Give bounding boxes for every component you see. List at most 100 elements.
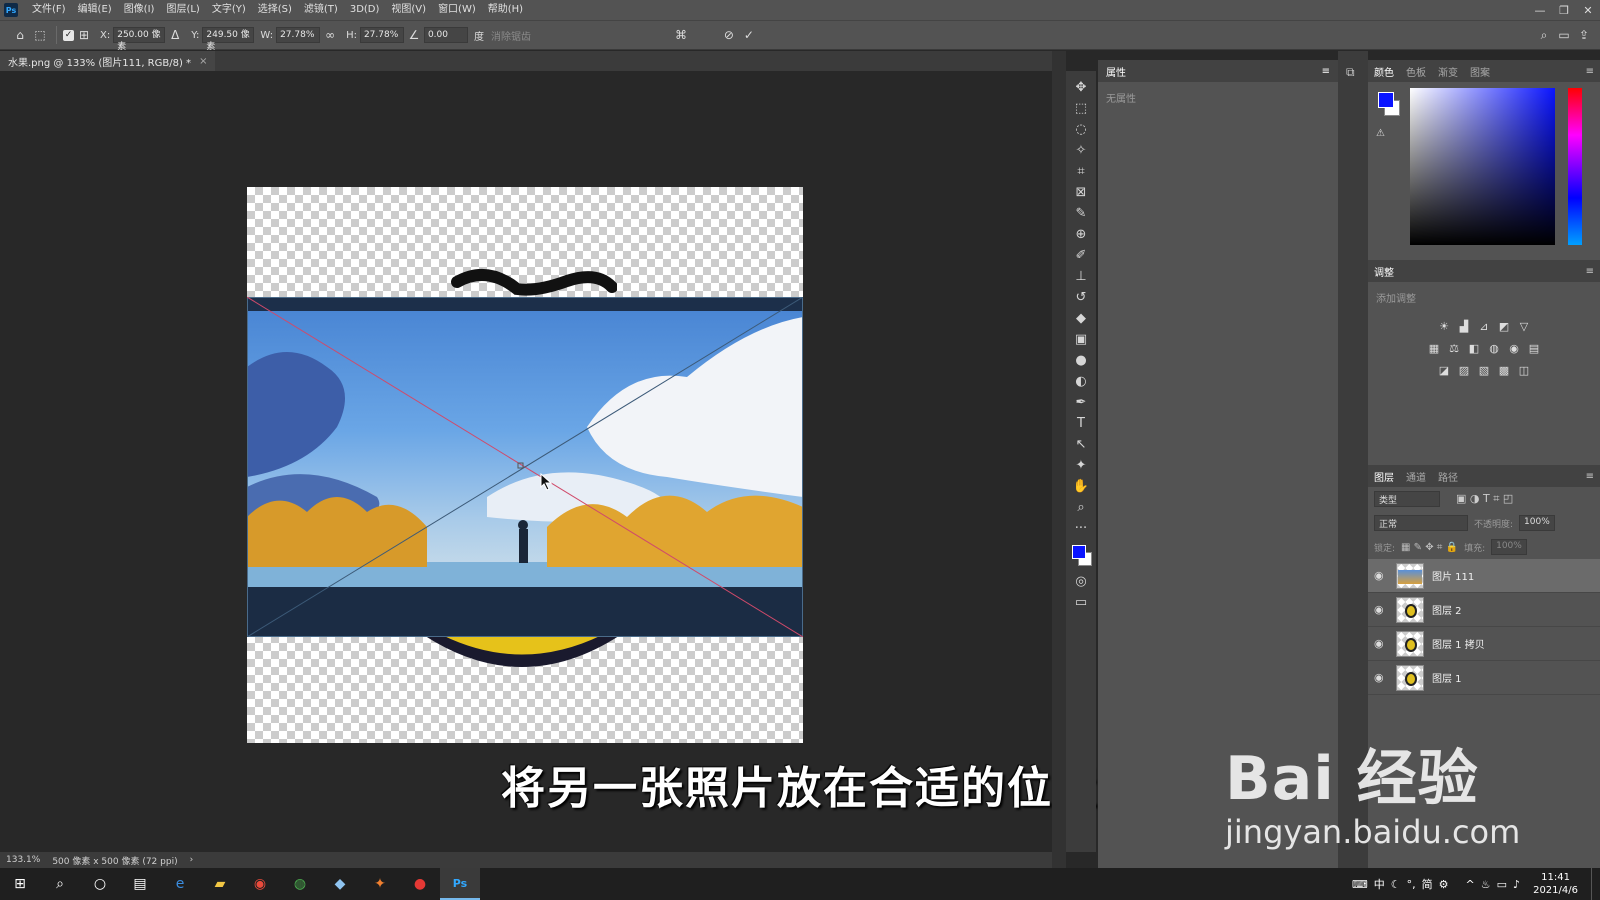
levels-icon[interactable]: ▟ (1454, 317, 1474, 335)
layer-name[interactable]: 图层 2 (1432, 602, 1462, 617)
pen-tool-icon[interactable]: ✒ (1070, 392, 1092, 413)
foreground-color-swatch[interactable] (1072, 545, 1086, 559)
task-view-icon[interactable]: ▤ (120, 868, 160, 900)
screen-mode-icon[interactable]: ▭ (1070, 592, 1092, 613)
menu-select[interactable]: 选择(S) (252, 0, 298, 20)
canvas-area[interactable] (0, 71, 1052, 852)
threshold-icon[interactable]: ▧ (1474, 361, 1494, 379)
blur-tool-icon[interactable]: ● (1070, 350, 1092, 371)
quick-mask-icon[interactable]: ◎ (1070, 571, 1092, 592)
color-lookup-icon[interactable]: ▤ (1524, 339, 1544, 357)
x-position-field[interactable]: 250.00 像素 (113, 27, 166, 52)
type-tool-icon[interactable]: T (1070, 413, 1092, 434)
marquee-tool-icon[interactable]: ⬚ (1070, 98, 1092, 119)
workspace-icon[interactable]: ▭ (1554, 25, 1574, 45)
menu-3d[interactable]: 3D(D) (344, 0, 386, 20)
menu-view[interactable]: 视图(V) (385, 0, 432, 20)
height-field[interactable]: 27.78% (359, 27, 404, 43)
history-brush-tool-icon[interactable]: ↺ (1070, 287, 1092, 308)
foreground-background-swatches[interactable] (1070, 543, 1092, 571)
panel-menu-icon[interactable]: ≡ (1586, 266, 1594, 277)
move-tool-icon[interactable]: ✥ (1070, 77, 1092, 98)
network-icon[interactable]: ▭ (1497, 878, 1507, 891)
shape-tool-icon[interactable]: ✦ (1070, 455, 1092, 476)
exposure-icon[interactable]: ◩ (1494, 317, 1514, 335)
search-icon[interactable]: ⌕ (1534, 25, 1554, 45)
opacity-field[interactable]: 100% (1519, 515, 1556, 531)
menu-help[interactable]: 帮助(H) (482, 0, 529, 20)
artboard[interactable] (247, 187, 803, 743)
dodge-tool-icon[interactable]: ◐ (1070, 371, 1092, 392)
keyboard-icon[interactable]: ⌨ (1352, 878, 1368, 891)
minimize-button[interactable]: — (1528, 4, 1552, 17)
selective-color-icon[interactable]: ◫ (1514, 361, 1534, 379)
layer-row[interactable]: ◉ 图片 111 (1368, 559, 1600, 593)
eraser-tool-icon[interactable]: ◆ (1070, 308, 1092, 329)
brightness-icon[interactable]: ☀ (1434, 317, 1454, 335)
menu-file[interactable]: 文件(F) (26, 0, 72, 20)
invert-icon[interactable]: ◪ (1434, 361, 1454, 379)
panel-menu-icon[interactable]: ≡ (1322, 66, 1330, 77)
frame-tool-icon[interactable]: ⊠ (1070, 182, 1092, 203)
layer-name[interactable]: 图片 111 (1432, 568, 1474, 583)
visibility-eye-icon[interactable]: ◉ (1374, 603, 1392, 616)
layer-name[interactable]: 图层 1 (1432, 670, 1462, 685)
lasso-tool-icon[interactable]: ◌ (1070, 119, 1092, 140)
tab-channels[interactable]: 通道 (1406, 469, 1426, 484)
tab-gradients[interactable]: 渐变 (1438, 64, 1458, 79)
layer-search-input[interactable]: 类型 (1374, 491, 1440, 507)
photoshop-taskbar-icon[interactable]: Ps (440, 868, 480, 900)
volume-icon[interactable]: ♪ (1513, 878, 1520, 891)
punctuation-icon[interactable]: °, (1407, 878, 1416, 891)
file-explorer-icon[interactable]: ▰ (200, 868, 240, 900)
placed-landscape-photo[interactable] (247, 297, 803, 637)
gamut-warning-icon[interactable]: ⚠ (1376, 128, 1385, 139)
visibility-eye-icon[interactable]: ◉ (1374, 671, 1392, 684)
layer-row[interactable]: ◉ 图层 1 拷贝 (1368, 627, 1600, 661)
commit-transform-icon[interactable]: ✓ (739, 25, 759, 45)
warp-icon[interactable]: ⌘ (671, 25, 691, 45)
browser-app-icon[interactable]: ◍ (280, 868, 320, 900)
lock-icons[interactable]: ▦ ✎ ✥ ⌗ 🔒 (1401, 542, 1458, 553)
windows-start-icon[interactable]: ⊞ (0, 868, 40, 900)
restore-button[interactable]: ❐ (1552, 4, 1576, 17)
layer-row[interactable]: ◉ 图层 2 (1368, 593, 1600, 627)
hue-saturation-icon[interactable]: ▦ (1424, 339, 1444, 357)
moon-icon[interactable]: ☾ (1391, 878, 1401, 891)
close-tab-icon[interactable]: × (199, 56, 207, 67)
edge-browser-icon[interactable]: e (160, 868, 200, 900)
photo-filter-icon[interactable]: ◍ (1484, 339, 1504, 357)
cancel-transform-icon[interactable]: ⊘ (719, 25, 739, 45)
menu-image[interactable]: 图像(I) (118, 0, 161, 20)
reference-point-checkbox[interactable]: ✓ (63, 29, 74, 41)
black-white-icon[interactable]: ◧ (1464, 339, 1484, 357)
visibility-eye-icon[interactable]: ◉ (1374, 569, 1392, 582)
visibility-eye-icon[interactable]: ◉ (1374, 637, 1392, 650)
gradient-map-icon[interactable]: ▩ (1494, 361, 1514, 379)
chrome-icon[interactable]: ◉ (240, 868, 280, 900)
status-arrow-icon[interactable]: › (184, 855, 200, 865)
close-button[interactable]: ✕ (1576, 4, 1600, 17)
ime-language[interactable]: 中 (1374, 876, 1385, 892)
record-app-icon[interactable]: ● (400, 868, 440, 900)
curves-icon[interactable]: ⊿ (1474, 317, 1494, 335)
magic-wand-tool-icon[interactable]: ✧ (1070, 140, 1092, 161)
tab-swatches[interactable]: 色板 (1406, 64, 1426, 79)
zoom-tool-icon[interactable]: ⌕ (1070, 497, 1092, 518)
settings-icon[interactable]: ⚙ (1439, 878, 1449, 891)
gradient-tool-icon[interactable]: ▣ (1070, 329, 1092, 350)
hand-tool-icon[interactable]: ✋ (1070, 476, 1092, 497)
search-icon[interactable]: ⌕ (40, 868, 80, 900)
reference-point-icon[interactable]: ⊞ (74, 25, 94, 45)
network-app-icon[interactable]: ♨ (1481, 878, 1491, 891)
properties-title[interactable]: 属性 (1106, 64, 1126, 79)
history-panel-icon[interactable]: ⧉ (1346, 65, 1355, 80)
y-position-field[interactable]: 249.50 像素 (202, 27, 255, 52)
app-icon[interactable]: ◆ (320, 868, 360, 900)
vibrance-icon[interactable]: ▽ (1514, 317, 1534, 335)
transform-tool-icon[interactable]: ⬚ (30, 25, 50, 45)
more-tools-icon[interactable]: ··· (1070, 518, 1092, 539)
hue-slider[interactable] (1568, 88, 1582, 245)
menu-window[interactable]: 窗口(W) (432, 0, 482, 20)
layer-row[interactable]: ◉ 图层 1 (1368, 661, 1600, 695)
